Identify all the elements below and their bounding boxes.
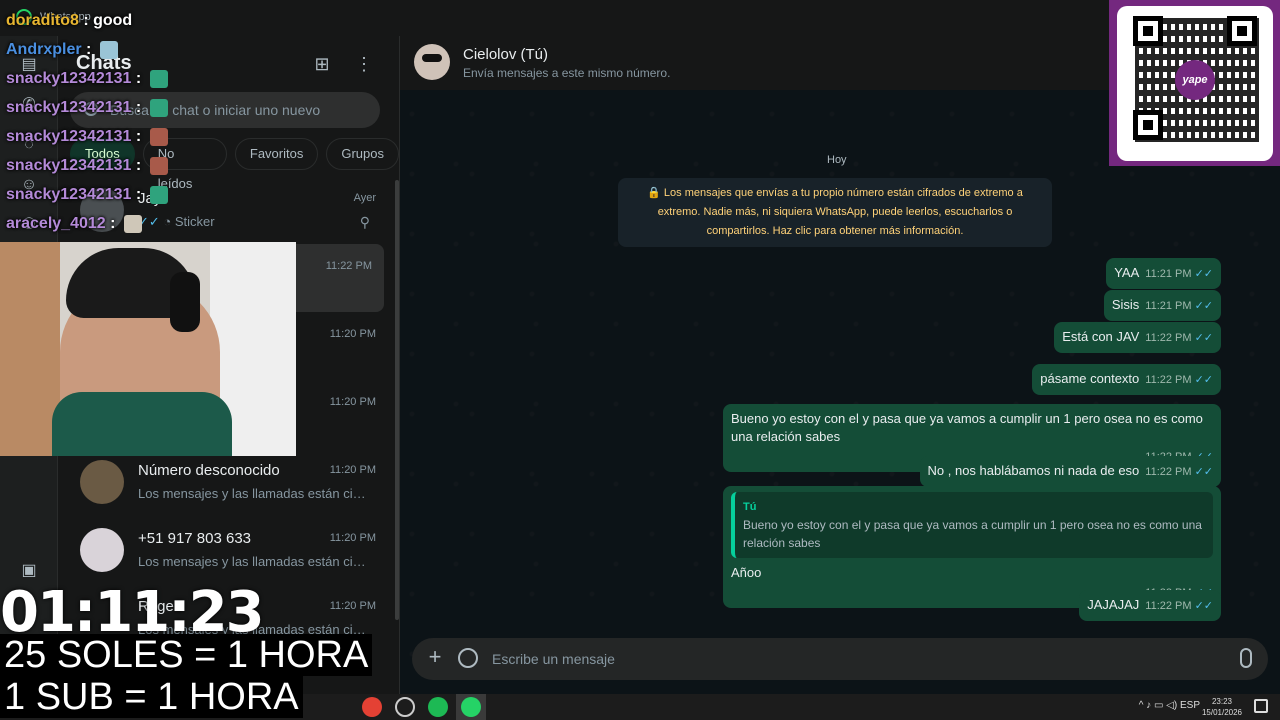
emoji-sticker-icon[interactable] <box>458 648 478 668</box>
chat-name: Número desconocido <box>138 462 280 479</box>
title-bar: WhatsApp <box>0 0 1280 36</box>
chat-line: Andrxpler : <box>6 41 118 59</box>
spotify-icon[interactable] <box>428 697 448 717</box>
chrome-icon[interactable] <box>362 697 382 717</box>
attach-plus-icon[interactable]: + <box>424 646 446 668</box>
chat-time: 11:22 PM <box>325 260 372 272</box>
pin-icon: ⚲ <box>359 214 370 230</box>
chat-time: 11:20 PM <box>329 396 376 408</box>
message-bubble: No , nos hablábamos ni nada de eso 11:22 … <box>919 456 1221 487</box>
chat-time: 11:20 PM <box>329 464 376 476</box>
emote-icon <box>149 128 168 146</box>
chat-list-scrollbar[interactable] <box>395 180 399 620</box>
chat-row[interactable]: Número desconocido Los mensajes y las ll… <box>58 448 388 516</box>
headset-icon <box>170 272 200 332</box>
donation-rate-2: 1 SUB = 1 HORA <box>0 676 303 718</box>
chat-line: aracely_4012 : <box>6 215 142 233</box>
emote-icon <box>149 70 168 88</box>
quoted-message[interactable]: Tú Bueno yo estoy con el y pasa que ya v… <box>731 492 1213 558</box>
clock[interactable]: 23:23 15/01/2026 <box>1202 696 1242 718</box>
chat-time: 11:20 PM <box>329 532 376 544</box>
notification-icon[interactable] <box>1254 699 1268 713</box>
emote-icon <box>149 99 168 117</box>
system-tray[interactable]: ^ ♪ ▭ ◁) ESP <box>1139 700 1200 711</box>
chat-preview: ✓✓ ◔ Sticker <box>138 214 215 229</box>
message-composer: + <box>412 638 1268 680</box>
message-input[interactable] <box>492 638 1192 680</box>
chat-preview: Los mensajes y las llamadas están cifr..… <box>138 486 368 501</box>
emote-icon <box>123 215 142 233</box>
chat-time: 11:20 PM <box>329 328 376 340</box>
avatar <box>80 460 124 504</box>
yape-qr-panel: yape <box>1109 0 1280 166</box>
filter-grupos[interactable]: Grupos <box>326 138 399 170</box>
screen: { "window": { "app_name": "WhatsApp" }, … <box>0 0 1280 720</box>
chat-line: snacky12342131 : <box>6 128 168 146</box>
microphone-icon[interactable] <box>1240 648 1252 668</box>
chat-name: +51 917 803 633 <box>138 530 252 547</box>
chat-time: 11:20 PM <box>329 600 376 612</box>
avatar <box>80 528 124 572</box>
message-bubble: JAJAJAJ 11:22 PM ✓✓ <box>1079 590 1221 621</box>
message-bubble: YAA 11:21 PM ✓✓ <box>1106 258 1221 289</box>
day-separator: Hoy <box>827 154 847 166</box>
chat-row[interactable]: +51 917 803 633 Los mensajes y las llama… <box>58 516 388 584</box>
webcam-feed <box>0 242 296 456</box>
obs-icon[interactable] <box>395 697 415 717</box>
chat-time: Ayer <box>353 192 376 204</box>
chat-line: snacky12342131 : <box>6 99 168 117</box>
message-bubble: pásame contexto 11:22 PM ✓✓ <box>1032 364 1221 395</box>
donation-rate-1: 25 SOLES = 1 HORA <box>0 634 373 676</box>
emote-icon <box>149 157 168 175</box>
menu-icon[interactable]: ⋮ <box>352 52 376 76</box>
qr-code: yape <box>1117 6 1273 161</box>
filter-favoritos[interactable]: Favoritos <box>234 138 319 170</box>
encryption-notice[interactable]: 🔒 Los mensajes que envías a tu propio nú… <box>618 178 1052 247</box>
emote-icon <box>149 186 168 204</box>
new-chat-icon[interactable]: ⊞ <box>310 52 334 76</box>
yape-logo: yape <box>1175 60 1215 100</box>
message-bubble: Sisis 11:21 PM ✓✓ <box>1103 290 1221 321</box>
whatsapp-taskbar-icon[interactable] <box>461 697 481 717</box>
chat-line: snacky12342131 : <box>6 157 168 175</box>
media-icon[interactable]: ▣ <box>18 560 40 582</box>
contact-avatar[interactable] <box>414 44 450 80</box>
chat-line: doradito8 : good <box>6 12 133 29</box>
chat-line: snacky12342131 : <box>6 186 168 204</box>
contact-name: Cielolov (Tú) <box>463 46 549 63</box>
chat-preview: Los mensajes y las llamadas están cifr..… <box>138 554 368 569</box>
contact-subtitle: Envía mensajes a este mismo número. <box>463 66 671 80</box>
chat-line: snacky12342131 : <box>6 70 168 88</box>
message-bubble: Está con JAV 11:22 PM ✓✓ <box>1054 322 1221 353</box>
emote-icon <box>99 41 118 59</box>
